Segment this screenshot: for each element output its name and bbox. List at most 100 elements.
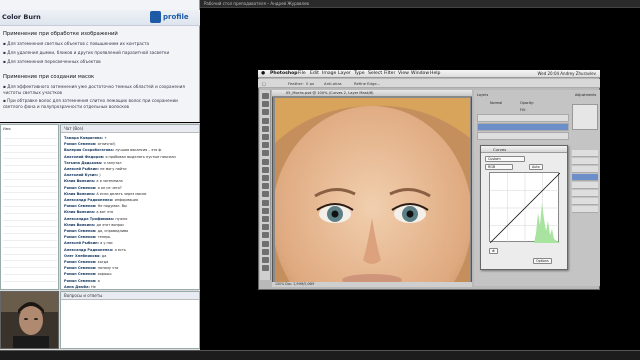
tool-icon[interactable]	[262, 175, 269, 181]
menu-filter[interactable]: Filter	[384, 71, 395, 76]
tool-icon[interactable]	[262, 134, 269, 140]
participant-row[interactable]	[3, 216, 57, 221]
chat-message: Юлия Вилкина: а я затемнила	[64, 179, 123, 183]
participant-row[interactable]	[3, 236, 57, 241]
participant-row[interactable]	[3, 229, 57, 235]
participant-row[interactable]	[3, 148, 57, 153]
panel-row[interactable]	[572, 198, 598, 205]
tool-icon[interactable]	[262, 93, 269, 99]
eyedropper-icon[interactable]: ✻	[489, 248, 498, 254]
participant-row[interactable]	[3, 161, 57, 167]
refine-edge-button[interactable]: Refine Edge...	[354, 81, 380, 86]
chat-message-author: Юлия Вилкина:	[64, 222, 96, 227]
participant-row[interactable]	[3, 263, 57, 269]
chat-message-text: теперь	[97, 235, 111, 240]
slide-bullet: ▪ Для затемнения светлых объектов с повы…	[3, 41, 150, 46]
curves-header: Curves	[481, 146, 567, 153]
menu-image[interactable]: Image	[322, 71, 336, 76]
participant-row[interactable]	[3, 256, 57, 262]
tool-icon[interactable]	[262, 257, 269, 263]
panel-row-selected[interactable]	[572, 174, 598, 181]
chat-message: Роман Семенов: а	[64, 279, 100, 283]
tool-icon[interactable]	[262, 265, 269, 272]
panel-row[interactable]	[572, 166, 598, 173]
anti-alias-checkbox[interactable]: Anti-alias	[324, 81, 342, 86]
menu-file[interactable]: File	[298, 71, 306, 76]
tool-icon[interactable]	[262, 224, 269, 231]
layer-row-selected[interactable]	[477, 123, 569, 131]
layer-row[interactable]	[477, 132, 569, 140]
chat-message: Александр Радионенко: а есть	[64, 248, 126, 252]
menu-view[interactable]: View	[398, 71, 409, 76]
feather-input[interactable]: 0 px	[306, 81, 314, 86]
tool-icon[interactable]	[262, 240, 269, 247]
panel-row[interactable]	[572, 190, 598, 197]
adjustments-panel-tab[interactable]: Adjustments	[575, 93, 596, 97]
blend-mode-select[interactable]: Normal	[490, 101, 502, 105]
participant-row[interactable]	[3, 243, 57, 248]
participant-row[interactable]	[3, 277, 57, 282]
panel-row[interactable]	[572, 182, 598, 189]
tool-preset-icon[interactable]: □	[262, 81, 266, 86]
panel-row[interactable]	[572, 150, 598, 157]
menu-photoshop[interactable]: Photoshop	[270, 71, 298, 76]
menu-edit[interactable]: Edit	[310, 71, 319, 76]
participant-row[interactable]	[3, 182, 57, 187]
tool-icon[interactable]	[262, 248, 269, 255]
tool-icon[interactable]	[262, 207, 269, 214]
participant-row[interactable]	[3, 222, 57, 228]
image-canvas[interactable]	[275, 98, 470, 282]
tool-icon[interactable]	[262, 117, 269, 124]
curves-auto-button[interactable]: Auto	[529, 164, 543, 170]
panel-row[interactable]	[572, 158, 598, 165]
chat-panel[interactable]: Чат (Все) Тамара Ковригина: + Роман Семен…	[60, 124, 200, 290]
tool-icon[interactable]	[262, 166, 269, 173]
curves-options-button[interactable]: Options	[533, 258, 552, 264]
layer-row[interactable]	[477, 114, 569, 122]
tool-icon[interactable]	[262, 216, 269, 222]
apple-icon[interactable]: ●	[261, 71, 265, 76]
tool-icon[interactable]	[262, 109, 269, 116]
participant-row[interactable]	[3, 141, 57, 146]
tool-icon[interactable]	[262, 101, 269, 108]
participant-list[interactable]: Имя	[0, 124, 59, 290]
participant-row[interactable]	[3, 250, 57, 255]
curves-channel-select[interactable]: RGB	[485, 164, 513, 170]
mac-menu-bar: ● Photoshop File Edit Image Layer Type S…	[258, 70, 600, 78]
curves-graph[interactable]	[489, 172, 561, 244]
menu-select[interactable]: Select	[368, 71, 382, 76]
chat-message-author: Татьяна Дядькова:	[64, 160, 103, 165]
participant-row[interactable]	[3, 202, 57, 207]
tool-icon[interactable]	[262, 150, 269, 157]
document-status: 100% Doc: 2,99M/5,06M	[275, 282, 315, 286]
menu-window[interactable]: Window	[411, 71, 429, 76]
document-tab[interactable]: 05_Mochs.psd @ 100% (Curves 2, Layer Mas…	[272, 90, 472, 97]
panel-row[interactable]	[572, 206, 598, 213]
tool-icon[interactable]	[262, 158, 269, 165]
chat-message-text: да этот вопрос	[96, 222, 125, 227]
tool-icon[interactable]	[262, 183, 269, 190]
tool-icon[interactable]	[262, 191, 269, 198]
participant-row[interactable]	[3, 175, 57, 180]
screen: Рабочий стол преподавателя – Андрей Жура…	[0, 0, 640, 360]
tool-icon[interactable]	[262, 125, 269, 132]
chat-message-text: А если делать через маски	[96, 191, 147, 196]
menu-layer[interactable]: Layer	[338, 71, 351, 76]
tool-icon[interactable]	[262, 199, 269, 206]
chat-message: Татьяна Дядькова: я запутал	[64, 161, 122, 165]
participant-row[interactable]	[3, 154, 57, 160]
menu-help[interactable]: Help	[430, 71, 440, 76]
curves-preset-select[interactable]: Custom	[485, 156, 525, 162]
menu-type[interactable]: Type	[354, 71, 365, 76]
tool-icon[interactable]	[262, 142, 269, 149]
qa-panel[interactable]: Вопросы и ответы	[60, 291, 200, 349]
chat-message-author: Роман Семенов:	[64, 204, 97, 209]
participant-row[interactable]	[3, 188, 57, 194]
layers-panel-tab[interactable]: Layers	[477, 93, 488, 97]
participant-row[interactable]	[3, 134, 57, 139]
tool-icon[interactable]	[262, 232, 269, 239]
participant-row[interactable]	[3, 168, 57, 173]
participant-row[interactable]	[3, 195, 57, 201]
participant-row[interactable]	[3, 209, 57, 214]
participant-row[interactable]	[3, 270, 57, 275]
